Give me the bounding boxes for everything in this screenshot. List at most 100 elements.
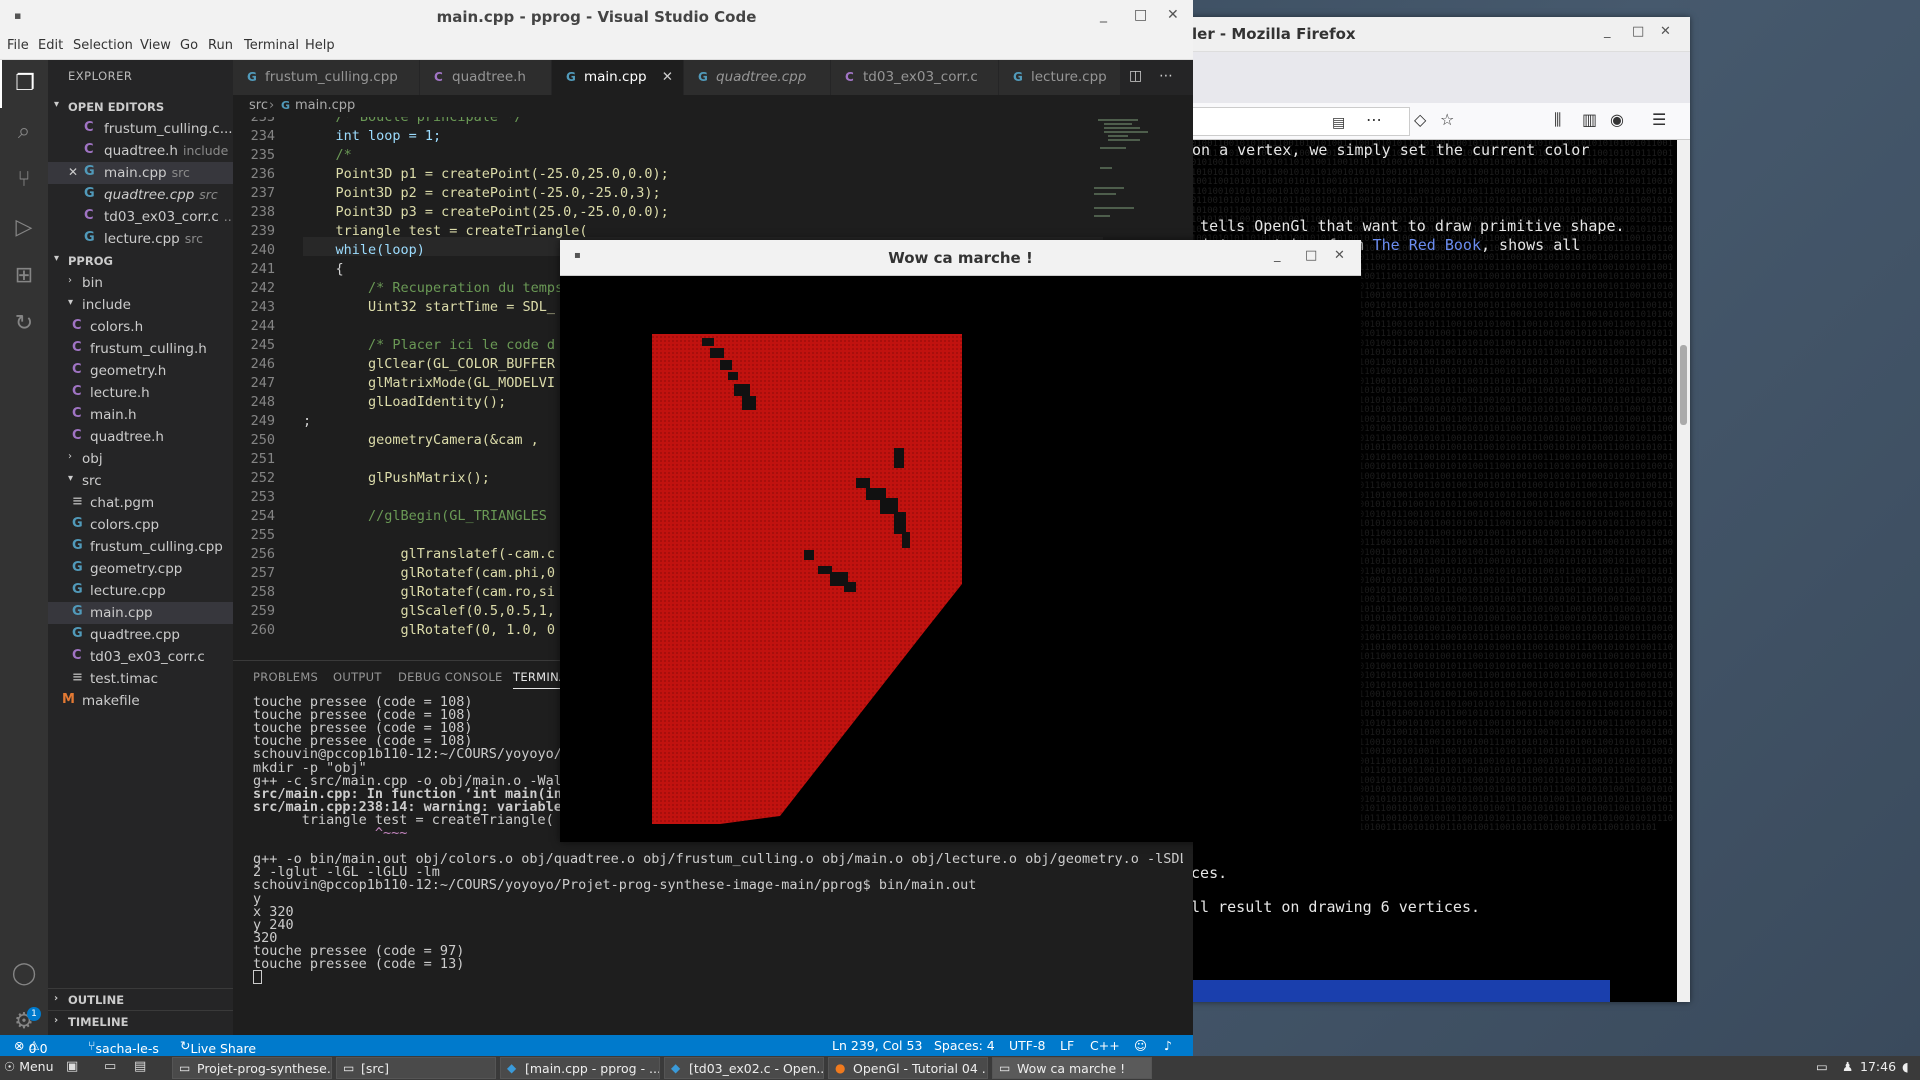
tree-file[interactable]: ≡ chat.pgm: [48, 492, 233, 514]
tab-problems[interactable]: PROBLEMS: [253, 670, 318, 684]
project-section[interactable]: ▾ PPROG: [48, 250, 233, 272]
explorer-icon[interactable]: ❐: [0, 60, 48, 108]
menu-selection[interactable]: Selection: [73, 38, 133, 53]
taskbar-item-firefox[interactable]: ● OpenGl - Tutorial 04 ...: [828, 1057, 988, 1079]
tree-file[interactable]: Cquadtree.h: [48, 426, 233, 448]
tree-file[interactable]: Glecture.cpp: [48, 580, 233, 602]
pocket-icon[interactable]: ◇: [1414, 110, 1426, 129]
taskbar-item-vscode-td03[interactable]: ◆ [td03_ex02.c - Open...: [664, 1057, 824, 1079]
breadcrumb-file[interactable]: main.cpp: [295, 98, 355, 113]
hamburger-menu-icon[interactable]: ☰: [1652, 110, 1666, 129]
sdl-render-window[interactable]: ▪ Wow ca marche ! _ □ ✕: [560, 240, 1361, 842]
url-bar[interactable]: ▤ ⋯: [1180, 107, 1410, 136]
live-share-icon[interactable]: ↻: [0, 300, 48, 348]
split-editor-icon[interactable]: ◫: [1129, 68, 1142, 84]
tab-output[interactable]: OUTPUT: [333, 670, 382, 684]
page-actions-icon[interactable]: ⋯: [1366, 110, 1382, 129]
show-desktop-icon[interactable]: ▣: [66, 1059, 78, 1074]
tree-file-selected[interactable]: Gmain.cpp: [48, 602, 233, 624]
files-launcher-icon[interactable]: ▤: [134, 1059, 146, 1074]
tree-file[interactable]: Cfrustum_culling.h: [48, 338, 233, 360]
tree-file[interactable]: Ctd03_ex03_corr.c: [48, 646, 233, 668]
volume-icon[interactable]: ◖: [1902, 1059, 1909, 1074]
end-of-line[interactable]: LF: [1060, 1038, 1074, 1053]
taskbar-item-sdl-window[interactable]: ▭ Wow ca marche !: [992, 1057, 1152, 1079]
outline-section[interactable]: › OUTLINE: [48, 988, 233, 1010]
notifications-bell-icon[interactable]: ♪: [1164, 1038, 1172, 1053]
taskbar-item-src-folder[interactable]: ▭ [src]: [336, 1057, 496, 1079]
tree-file[interactable]: Gquadtree.cpp: [48, 624, 233, 646]
close-tab-icon[interactable]: ✕: [662, 69, 673, 85]
more-actions-icon[interactable]: ⋯: [1159, 68, 1173, 84]
tree-file[interactable]: Clecture.h: [48, 382, 233, 404]
tree-file[interactable]: Cmain.h: [48, 404, 233, 426]
minimap[interactable]: [1080, 117, 1180, 237]
minimize-icon[interactable]: _: [1274, 248, 1281, 263]
source-control-icon[interactable]: ⑂: [0, 156, 48, 204]
extensions-icon[interactable]: ⊞: [0, 252, 48, 300]
menu-edit[interactable]: Edit: [38, 38, 63, 53]
open-editor-item[interactable]: Cfrustum_culling.c...: [48, 118, 233, 140]
timeline-section[interactable]: › TIMELINE: [48, 1010, 233, 1032]
maximize-icon[interactable]: □: [1632, 24, 1644, 39]
run-debug-icon[interactable]: ▷: [0, 204, 48, 252]
feedback-icon[interactable]: ☺: [1134, 1038, 1147, 1053]
menu-file[interactable]: File: [7, 38, 29, 53]
close-icon[interactable]: ✕: [1334, 248, 1345, 263]
tab-lecture-cpp[interactable]: Glecture.cpp: [999, 60, 1121, 95]
branch-status[interactable]: ⑂ sacha-le-s: [88, 1038, 159, 1056]
account-icon[interactable]: ◯: [0, 950, 48, 998]
open-editor-item[interactable]: Cquadtree.h include: [48, 140, 233, 162]
firefox-scrollbar[interactable]: [1677, 140, 1690, 1002]
open-editor-item[interactable]: Gquadtree.cpp src: [48, 184, 233, 206]
minimize-icon[interactable]: _: [1100, 7, 1107, 23]
cursor-position[interactable]: Ln 239, Col 53: [832, 1038, 922, 1053]
tab-quadtree-cpp[interactable]: Gquadtree.cpp: [684, 60, 831, 95]
language-mode[interactable]: C++: [1090, 1038, 1120, 1053]
vscode-titlebar[interactable]: ▪ main.cpp - pprog - Visual Studio Code …: [0, 0, 1193, 33]
start-menu-button[interactable]: ☉ Menu: [4, 1059, 54, 1074]
sdl-titlebar[interactable]: ▪ Wow ca marche ! _ □ ✕: [560, 240, 1361, 276]
user-icon[interactable]: ♟: [1842, 1059, 1853, 1074]
close-icon[interactable]: ✕: [68, 165, 78, 179]
taskbar-item-vscode-main[interactable]: ◆ [main.cpp - pprog - ...: [500, 1057, 660, 1079]
open-editor-item[interactable]: Ctd03_ex03_corr.c...: [48, 206, 233, 228]
opengl-canvas[interactable]: [560, 276, 1361, 842]
tab-quadtree-h[interactable]: Cquadtree.h: [420, 60, 552, 95]
tree-file[interactable]: Cgeometry.h: [48, 360, 233, 382]
network-icon[interactable]: ▭: [1816, 1059, 1828, 1074]
tab-debug-console[interactable]: DEBUG CONSOLE: [398, 670, 503, 684]
problems-status[interactable]: ⊗ 0 ⚠ 0: [14, 1038, 48, 1056]
reader-view-icon[interactable]: ▤: [1332, 115, 1345, 131]
live-share-status[interactable]: ↻ Live Share: [180, 1038, 256, 1056]
taskbar-item-file-manager[interactable]: ▭ Projet-prog-synthese...: [172, 1057, 332, 1079]
menu-help[interactable]: Help: [305, 38, 335, 53]
open-editor-item[interactable]: Glecture.cpp src: [48, 228, 233, 250]
tree-file[interactable]: Ggeometry.cpp: [48, 558, 233, 580]
tree-file[interactable]: ≡ test.timac: [48, 668, 233, 690]
folder-include[interactable]: ▾ include: [48, 294, 233, 316]
menu-go[interactable]: Go: [180, 38, 198, 53]
firefox-titlebar[interactable]: ler - Mozilla Firefox _ □ ✕: [1180, 17, 1690, 52]
menu-terminal[interactable]: Terminal: [244, 38, 299, 53]
terminal-launcher-icon[interactable]: ▭: [104, 1059, 116, 1074]
open-editors-section[interactable]: ▾ OPEN EDITORS: [48, 96, 233, 118]
open-editor-item-active[interactable]: ✕ Gmain.cpp src: [48, 162, 233, 184]
close-icon[interactable]: ✕: [1660, 24, 1671, 39]
breadcrumb-src[interactable]: src: [249, 98, 268, 113]
red-book-link[interactable]: The Red Book: [1373, 236, 1481, 254]
minimize-icon[interactable]: _: [1604, 24, 1611, 39]
account-icon[interactable]: ◉: [1610, 110, 1624, 129]
tree-file[interactable]: Gfrustum_culling.cpp: [48, 536, 233, 558]
tree-file[interactable]: Mmakefile: [48, 690, 233, 712]
search-icon[interactable]: ⌕: [0, 108, 48, 156]
tab-td03-ex03[interactable]: Ctd03_ex03_corr.c: [831, 60, 999, 95]
clock[interactable]: 17:46: [1860, 1059, 1896, 1074]
tab-frustum-culling[interactable]: Gfrustum_culling.cpp: [233, 60, 420, 95]
menu-run[interactable]: Run: [208, 38, 233, 53]
indentation[interactable]: Spaces: 4: [934, 1038, 995, 1053]
folder-bin[interactable]: › bin: [48, 272, 233, 294]
tree-file[interactable]: Gcolors.cpp: [48, 514, 233, 536]
folder-src[interactable]: ▾ src: [48, 470, 233, 492]
maximize-icon[interactable]: □: [1134, 7, 1147, 23]
